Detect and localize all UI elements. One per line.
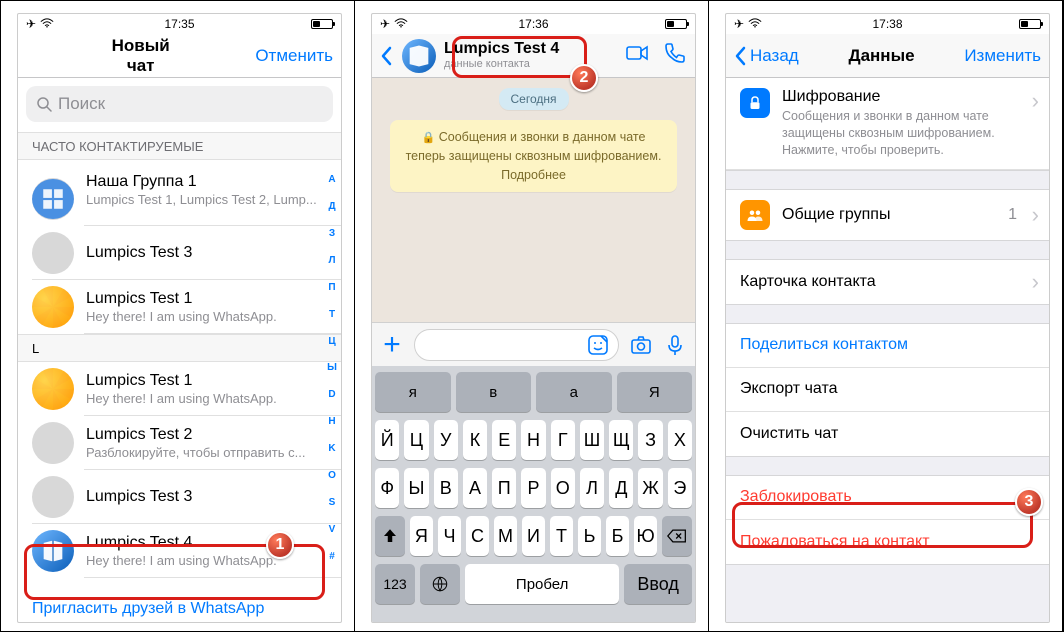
chevron-right-icon: ›: [1032, 88, 1039, 114]
wifi-icon: [394, 17, 408, 31]
battery-icon: [311, 19, 333, 29]
space-key[interactable]: Пробел: [465, 564, 619, 604]
numbers-key[interactable]: 123: [375, 564, 415, 604]
avatar-placeholder-icon: [32, 232, 74, 274]
contact-name: Lumpics Test 1: [86, 372, 327, 390]
contact-row[interactable]: Lumpics Test 1 Hey there! I am using Wha…: [18, 280, 341, 334]
cell-block-contact[interactable]: Заблокировать: [726, 476, 1049, 520]
chevron-right-icon: ›: [1032, 269, 1039, 295]
pane-new-chat: ✈︎ 17:35 Новый чат Отменить Поиск ЧАСТО …: [1, 1, 355, 631]
contact-sub: Разблокируйте, чтобы отправить с...: [86, 445, 327, 460]
cell-common-groups[interactable]: Общие группы 1 ›: [726, 190, 1049, 240]
wifi-icon: [40, 17, 54, 31]
avatar-orange-icon: [32, 368, 74, 410]
date-divider: Сегодня: [499, 88, 569, 110]
keyboard[interactable]: я в а Я ЙЦУКЕНГШЩЗХ ФЫВАПРОЛДЖЭ ЯЧСМИТЬБ…: [372, 366, 695, 622]
shift-key[interactable]: [375, 516, 405, 556]
cell-export-chat[interactable]: Экспорт чата: [726, 368, 1049, 412]
contact-row-group[interactable]: Наша Группа 1 Lumpics Test 1, Lumpics Te…: [18, 154, 341, 226]
chat-contact-name: Lumpics Test 4: [444, 40, 625, 58]
contact-title-area[interactable]: Lumpics Test 4 данные контакта: [444, 40, 625, 71]
status-bar: ✈︎ 17:38: [726, 14, 1049, 34]
edit-button[interactable]: Изменить: [964, 46, 1041, 66]
contact-sub: Hey there! I am using WhatsApp.: [86, 553, 327, 568]
globe-key[interactable]: [420, 564, 460, 604]
avatar-placeholder-icon: [32, 422, 74, 464]
chevron-right-icon: ›: [1032, 202, 1039, 228]
keyboard-suggestion-row: я в а Я: [375, 372, 692, 412]
section-letter-l: L: [18, 334, 341, 362]
message-input[interactable]: [414, 329, 619, 361]
back-button[interactable]: Назад: [734, 46, 799, 66]
status-bar: ✈︎ 17:35: [18, 14, 341, 34]
cell-share-contact[interactable]: Поделиться контактом: [726, 324, 1049, 368]
chat-messages[interactable]: Сегодня 🔒 Сообщения и звонки в данном ча…: [372, 78, 695, 322]
avatar-placeholder-icon: [32, 476, 74, 518]
page-title: Данные: [799, 46, 965, 66]
contact-sub: Lumpics Test 1, Lumpics Test 2, Lump...: [86, 192, 327, 207]
message-input-bar: +: [372, 322, 695, 366]
pane-chat: ✈︎ 17:36 Lumpics Test 4 данные контакта: [355, 1, 709, 631]
chat-avatar[interactable]: [402, 39, 436, 73]
status-time: 17:36: [518, 17, 548, 31]
battery-icon: [665, 19, 687, 29]
nav-header: Новый чат Отменить: [18, 34, 341, 78]
avatar-group-icon: [32, 178, 74, 220]
mic-button[interactable]: [663, 333, 687, 357]
airplane-icon: ✈︎: [26, 17, 36, 31]
groups-icon: [740, 200, 770, 230]
cell-contact-card[interactable]: Карточка контакта ›: [726, 260, 1049, 304]
pane-contact-info: ✈︎ 17:38 Назад Данные Изменить: [709, 1, 1063, 631]
lock-icon: 🔒: [422, 132, 436, 144]
contact-name: Lumpics Test 1: [86, 290, 327, 308]
encryption-notice[interactable]: 🔒 Сообщения и звонки в данном чате тепер…: [390, 120, 677, 192]
step-badge-2: 2: [570, 64, 598, 92]
cell-report-contact[interactable]: Пожаловаться на контакт: [726, 520, 1049, 564]
enter-key[interactable]: Ввод: [624, 564, 692, 604]
page-title: Новый чат: [96, 36, 255, 76]
group-count: 1: [1008, 206, 1017, 224]
back-button[interactable]: [380, 46, 392, 66]
chat-contact-sub: данные контакта: [444, 58, 625, 71]
nav-header: Назад Данные Изменить: [726, 34, 1049, 78]
step-badge-1: 1: [266, 531, 294, 559]
invite-friends-link[interactable]: Пригласить друзей в WhatsApp: [32, 600, 264, 618]
cell-clear-chat[interactable]: Очистить чат: [726, 412, 1049, 456]
contact-name: Lumpics Test 2: [86, 426, 327, 444]
cancel-button[interactable]: Отменить: [255, 46, 333, 66]
attach-button[interactable]: +: [380, 328, 404, 362]
chat-header: Lumpics Test 4 данные контакта: [372, 34, 695, 78]
backspace-key[interactable]: [662, 516, 692, 556]
contact-row[interactable]: Lumpics Test 3: [18, 226, 341, 280]
voice-call-button[interactable]: [663, 41, 687, 70]
step-badge-3: 3: [1015, 488, 1043, 516]
contact-sub: Hey there! I am using WhatsApp.: [86, 391, 327, 406]
avatar-orange-icon: [32, 286, 74, 328]
contact-row[interactable]: Lumpics Test 3: [18, 470, 341, 524]
wifi-icon: [748, 17, 762, 31]
camera-button[interactable]: [629, 333, 653, 357]
contact-row[interactable]: Lumpics Test 1 Hey there! I am using Wha…: [18, 362, 341, 416]
contact-name: Lumpics Test 3: [86, 244, 327, 262]
airplane-icon: ✈︎: [380, 17, 390, 31]
contact-name: Lumpics Test 3: [86, 488, 327, 506]
search-icon: [36, 96, 52, 112]
status-bar: ✈︎ 17:36: [372, 14, 695, 34]
alpha-index[interactable]: АДЗ ЛПТ ЦЫD HKO SV#: [325, 174, 339, 562]
sticker-icon[interactable]: [586, 333, 610, 357]
contact-sub: Hey there! I am using WhatsApp.: [86, 309, 327, 324]
battery-icon: [1019, 19, 1041, 29]
cell-encryption[interactable]: Шифрование Сообщения и звонки в данном ч…: [726, 78, 1049, 170]
status-time: 17:35: [164, 17, 194, 31]
search-input[interactable]: Поиск: [26, 86, 333, 122]
status-time: 17:38: [872, 17, 902, 31]
search-placeholder: Поиск: [58, 94, 105, 114]
contact-name: Наша Группа 1: [86, 173, 327, 191]
video-call-button[interactable]: [625, 41, 649, 70]
avatar-book-icon: [32, 530, 74, 572]
lock-icon: [740, 88, 770, 118]
airplane-icon: ✈︎: [734, 17, 744, 31]
contact-row[interactable]: Lumpics Test 2 Разблокируйте, чтобы отпр…: [18, 416, 341, 470]
